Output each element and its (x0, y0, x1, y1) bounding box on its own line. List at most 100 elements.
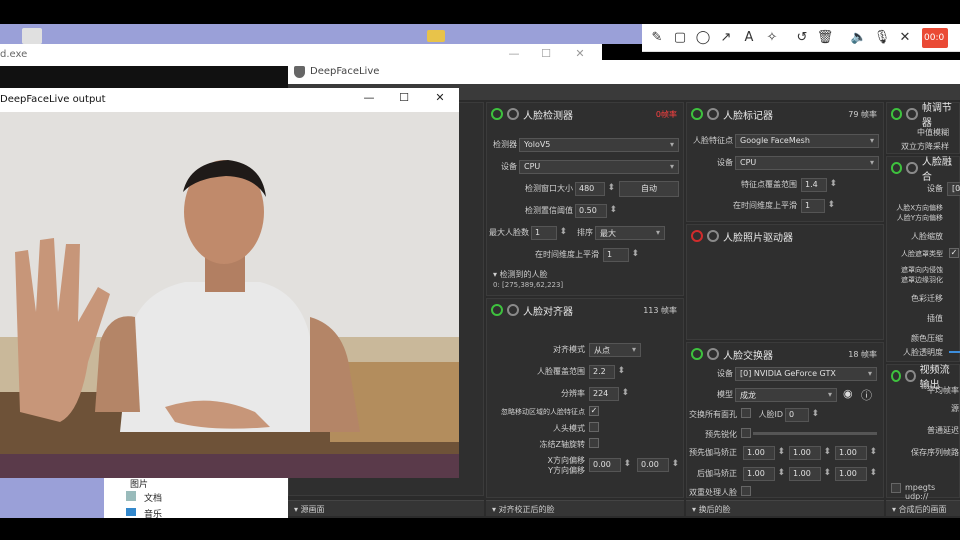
presharpen-checkbox[interactable] (741, 428, 751, 438)
text-icon[interactable]: A (738, 27, 760, 49)
device-select[interactable]: [0] NVIDIA GeForce GTX (735, 367, 877, 381)
output-title: DeepFaceLive output (0, 94, 106, 105)
y-offset-spinbox[interactable]: 0.00 (637, 458, 679, 472)
source-frame-label: 源画面 (300, 505, 325, 514)
app-title: DeepFaceLive (310, 66, 380, 77)
power-icon[interactable] (891, 162, 903, 174)
explorer-item-music[interactable]: 音乐 (144, 507, 162, 520)
device-select[interactable]: CPU (735, 156, 879, 170)
model-select[interactable]: 成龙 (735, 388, 837, 402)
undo-icon[interactable]: ↺ (791, 27, 813, 49)
gear-icon[interactable] (707, 108, 719, 120)
power-icon[interactable] (691, 230, 703, 242)
panel-title: 人脸照片驱动器 (723, 232, 793, 244)
marker-coverage-spinbox[interactable]: 1.4 (801, 178, 837, 192)
info-icon[interactable]: ⓘ (861, 387, 872, 403)
aligned-face-bar[interactable]: ▾ 对齐校正后的脸 (486, 500, 684, 516)
power-icon[interactable] (491, 108, 503, 120)
power-icon[interactable] (891, 108, 903, 120)
presharpen-slider[interactable] (753, 432, 877, 435)
microphone-icon[interactable]: 🎙 (871, 27, 893, 49)
face-coverage-spinbox[interactable]: 2.2 (589, 365, 625, 379)
close-icon[interactable]: ✕ (430, 91, 450, 109)
swap-all-label: 交换所有面孔 (689, 410, 737, 419)
post-gamma-r[interactable]: 1.00 (743, 467, 785, 481)
minimize-icon[interactable]: — (359, 91, 379, 109)
recorder-toolbar: ✎ ▢ ◯ ↗ A ✧ ↺ 🗑 🔈 🎙 ✕ 00:0 (642, 24, 960, 52)
sort-select[interactable]: 最大 (595, 226, 665, 240)
detector-select[interactable]: YoloV5 (519, 138, 679, 152)
post-gamma-g[interactable]: 1.00 (789, 467, 831, 481)
freeze-z-checkbox[interactable] (589, 438, 599, 448)
pre-gamma-b[interactable]: 1.00 (835, 446, 877, 460)
detected-faces-toggle[interactable]: ▾ 检测到的人脸 (493, 269, 548, 280)
swap-all-checkbox[interactable] (741, 408, 751, 418)
power-icon[interactable] (691, 348, 703, 360)
face-opacity-slider[interactable] (949, 351, 960, 353)
recording-timer[interactable]: 00:0 (922, 27, 948, 48)
explorer-item-pictures[interactable]: 图片 (130, 477, 148, 490)
highlighter-icon[interactable]: ✧ (761, 27, 783, 49)
exclude-moving-checkbox[interactable]: ✓ (589, 406, 599, 416)
source-frame-bar[interactable]: ▾ 源画面 (288, 500, 484, 516)
arrow-icon[interactable]: ↗ (715, 27, 737, 49)
gear-icon[interactable] (707, 230, 719, 242)
face-detector-header: 人脸检测器 0帧率 (487, 103, 683, 125)
merged-frame-bar[interactable]: ▾ 合成后的画面 (886, 500, 960, 516)
rectangle-icon[interactable]: ▢ (669, 27, 691, 49)
sort-label: 排序 (577, 228, 593, 237)
power-icon[interactable] (491, 304, 503, 316)
mpegts-checkbox[interactable] (891, 483, 901, 493)
two-pass-checkbox[interactable] (741, 486, 751, 496)
explorer-item-documents[interactable]: 文档 (144, 491, 162, 504)
face-id-spinbox[interactable]: 0 (785, 408, 819, 422)
gear-icon[interactable] (507, 304, 519, 316)
pre-gamma-g[interactable]: 1.00 (789, 446, 831, 460)
gear-icon[interactable] (507, 108, 519, 120)
fps-counter: 18 帧率 (848, 349, 877, 359)
source-label: 源 (951, 404, 959, 413)
mask-type-label: 人脸遮罩类型 (901, 250, 943, 258)
pre-gamma-label: 预先伽马矫正 (689, 448, 737, 457)
gear-icon[interactable] (906, 162, 918, 174)
post-gamma-b[interactable]: 1.00 (835, 467, 877, 481)
pre-gamma-r[interactable]: 1.00 (743, 446, 785, 460)
detected-faces-label: 检测到的人脸 (499, 270, 548, 279)
max-faces-spinbox[interactable]: 1 (531, 226, 567, 240)
resolution-spinbox[interactable]: 224 (589, 387, 629, 401)
auto-button[interactable]: 自动 (619, 181, 679, 197)
trash-icon[interactable]: 🗑 (814, 27, 836, 49)
freeze-z-label: 冻结Z轴旋转 (539, 440, 585, 449)
power-icon[interactable] (891, 370, 902, 382)
x-offset-spinbox[interactable]: 0.00 (589, 458, 631, 472)
align-mode-select[interactable]: 从点 (589, 343, 641, 357)
gear-icon[interactable] (906, 108, 918, 120)
marker-label: 人脸特征点 (693, 136, 733, 145)
device-select[interactable]: [0 (947, 182, 960, 196)
close-icon[interactable]: ✕ (894, 27, 916, 49)
device-select[interactable]: CPU (519, 160, 679, 174)
gear-icon[interactable] (905, 370, 916, 382)
documents-icon (126, 491, 136, 501)
speaker-icon[interactable]: 🔈 (848, 27, 870, 49)
exclude-moving-label: 忽略移动区域的人脸特征点 (501, 408, 585, 416)
eye-icon[interactable]: ◉ (843, 387, 853, 400)
power-icon[interactable] (691, 108, 703, 120)
mask-type-checkbox[interactable]: ✓ (949, 248, 959, 258)
circle-icon[interactable]: ◯ (692, 27, 714, 49)
head-mode-checkbox[interactable] (589, 422, 599, 432)
marker-temporal-spinbox[interactable]: 1 (801, 199, 835, 213)
threshold-spinbox[interactable]: 0.50 (575, 204, 617, 218)
pen-icon[interactable]: ✎ (646, 27, 668, 49)
avg-fps-label: 平均帧率 (927, 386, 959, 395)
gear-icon[interactable] (707, 348, 719, 360)
resolution-label: 分辨率 (561, 389, 585, 398)
fps-counter: 113 帧率 (643, 305, 677, 315)
swapped-face-bar[interactable]: ▾ 换后的脸 (686, 500, 884, 516)
window-size-label: 检测窗口大小 (525, 184, 573, 193)
temporal-smoothing-spinbox[interactable]: 1 (603, 248, 639, 262)
temporal-smoothing-label: 在时间维度上平滑 (535, 250, 599, 259)
window-size-spinbox[interactable]: 480 (575, 182, 615, 196)
maximize-icon[interactable]: ☐ (394, 91, 414, 109)
marker-select[interactable]: Google FaceMesh (735, 134, 879, 148)
